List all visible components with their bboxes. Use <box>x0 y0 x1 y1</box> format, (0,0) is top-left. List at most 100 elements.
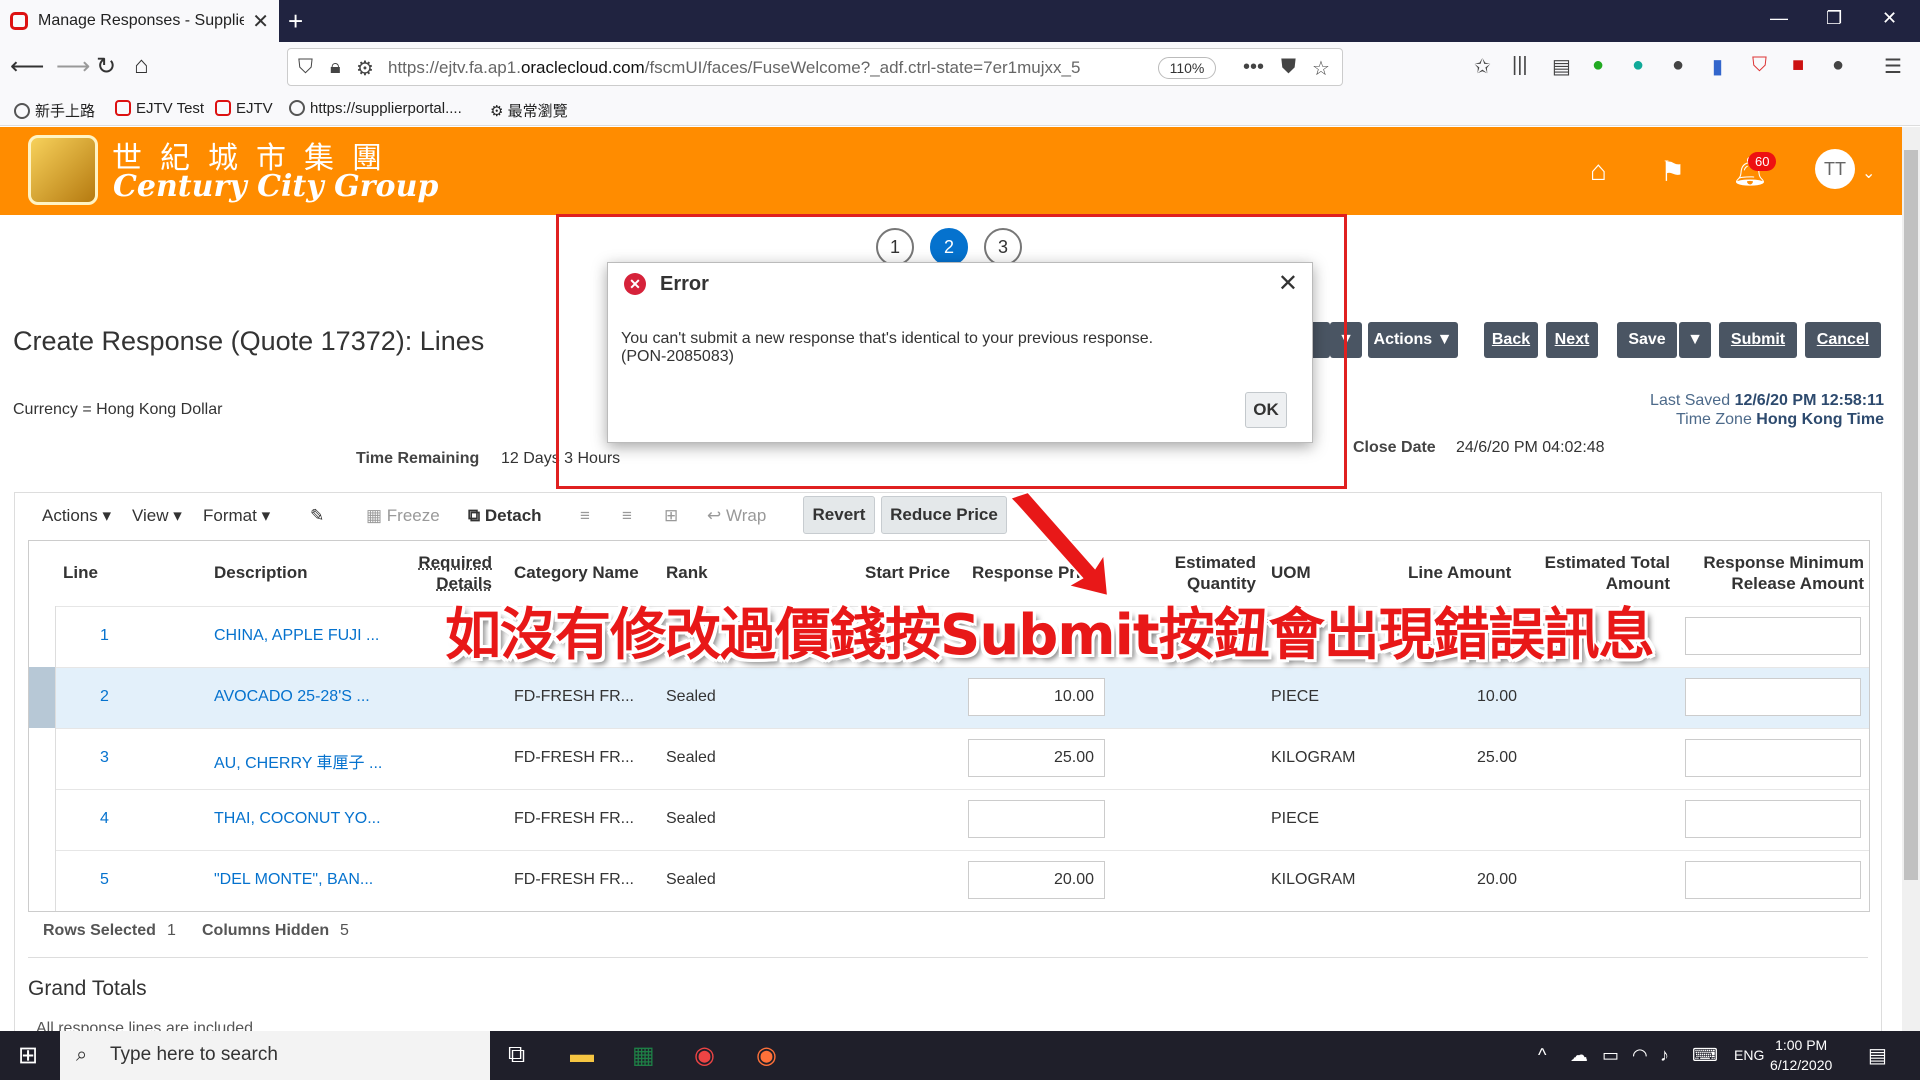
chevron-up-icon[interactable]: ^ <box>1538 1045 1546 1066</box>
next-button[interactable]: Next <box>1546 322 1598 358</box>
response-price-input[interactable]: 20.00 <box>968 861 1105 899</box>
col-description[interactable]: Description <box>214 562 308 583</box>
min-release-input[interactable] <box>1685 739 1861 777</box>
language-indicator[interactable]: ENG <box>1734 1047 1764 1063</box>
keyboard-icon[interactable]: ⌨ <box>1692 1045 1718 1066</box>
reduce-price-button[interactable]: Reduce Price <box>881 496 1007 534</box>
back-button[interactable]: Back <box>1484 322 1538 358</box>
extension-check-icon[interactable]: ● <box>1592 54 1604 77</box>
bookmark-item[interactable]: EJTV Test <box>115 100 204 117</box>
table-actions-menu[interactable]: Actions ▾ <box>42 506 111 526</box>
onedrive-icon[interactable]: ☁ <box>1570 1045 1588 1066</box>
ublock-icon[interactable]: ⛉ <box>1752 54 1767 77</box>
reload-icon[interactable]: ↻ <box>96 52 116 81</box>
row-description[interactable]: AU, CHERRY 車厘子 ... <box>214 749 382 773</box>
scrollbar-thumb[interactable] <box>1904 150 1918 880</box>
row-line[interactable]: 3 <box>100 749 109 767</box>
home-icon[interactable]: ⌂ <box>134 52 149 80</box>
watchlist-flag-icon[interactable]: ⚑ <box>1660 155 1685 188</box>
extension-bookmark-icon[interactable]: ▮ <box>1712 54 1723 79</box>
sidebar-icon[interactable]: ▤ <box>1552 54 1571 79</box>
forward-icon[interactable]: ⟶ <box>56 52 90 81</box>
min-release-input[interactable] <box>1685 617 1861 655</box>
pocket-icon[interactable]: ⛊ <box>1281 56 1296 79</box>
save-menu-chevron-icon[interactable]: ▼ <box>1679 322 1711 358</box>
company-logo-icon[interactable] <box>28 135 98 205</box>
avatar[interactable]: TT <box>1815 149 1855 189</box>
col-category[interactable]: Category Name <box>514 562 639 583</box>
url-bar[interactable]: ⛉ 🔒︎ ⚙ https://ejtv.fa.ap1.oraclecloud.c… <box>287 48 1343 86</box>
col-uom[interactable]: UOM <box>1271 562 1311 583</box>
save-button[interactable]: Save <box>1617 322 1677 358</box>
col-min-release-amount[interactable]: Response Minimum Release Amount <box>1680 552 1864 594</box>
close-icon[interactable]: ✕ <box>1278 269 1298 298</box>
move-up-icon[interactable]: ≡ <box>622 506 632 526</box>
minimize-icon[interactable]: — <box>1770 8 1788 29</box>
bookmark-item[interactable]: 新手上路 <box>14 100 95 121</box>
detach-button[interactable]: ⧉ Detach <box>468 506 542 526</box>
min-release-input[interactable] <box>1685 800 1861 838</box>
table-format-menu[interactable]: Format ▾ <box>203 506 270 526</box>
response-price-input[interactable] <box>968 800 1105 838</box>
bookmark-item[interactable]: EJTV <box>215 100 273 117</box>
row-selector[interactable] <box>29 667 56 728</box>
extension-multi-icon[interactable]: ● <box>1832 54 1844 77</box>
account-icon[interactable]: ● <box>1672 54 1684 77</box>
bookmark-item[interactable]: https://supplierportal.... <box>289 100 462 117</box>
windows-start-icon[interactable]: ⊞ <box>18 1041 38 1070</box>
row-description[interactable]: CHINA, APPLE FUJI ... <box>214 627 379 645</box>
min-release-input[interactable] <box>1685 861 1861 899</box>
firefox-icon[interactable]: ◉ <box>756 1041 777 1070</box>
action-center-icon[interactable]: ▤ <box>1868 1043 1887 1068</box>
permissions-icon[interactable]: ⚙ <box>356 56 374 81</box>
row-line[interactable]: 4 <box>100 810 109 828</box>
response-price-input[interactable]: 10.00 <box>968 678 1105 716</box>
chrome-icon[interactable]: ◉ <box>694 1041 715 1070</box>
lock-icon[interactable]: 🔒︎ <box>330 56 341 79</box>
volume-icon[interactable]: ♪ <box>1660 1045 1669 1066</box>
bookmark-star-icon[interactable]: ☆ <box>1312 56 1330 81</box>
new-tab-icon[interactable]: + <box>288 6 303 37</box>
response-price-input[interactable]: 25.00 <box>968 739 1105 777</box>
col-rank[interactable]: Rank <box>666 562 708 583</box>
row-line[interactable]: 5 <box>100 871 109 889</box>
col-line-amount[interactable]: Line Amount <box>1408 562 1511 583</box>
file-explorer-icon[interactable]: ▬ <box>570 1041 594 1069</box>
close-tab-icon[interactable]: ✕ <box>252 9 269 34</box>
submit-button[interactable]: Submit <box>1719 322 1797 358</box>
zoom-level[interactable]: 110% <box>1158 57 1216 79</box>
row-selector[interactable] <box>29 789 56 850</box>
reading-list-icon[interactable]: ✩ <box>1474 54 1491 79</box>
extension-red-icon[interactable]: ■ <box>1792 54 1804 77</box>
col-estimated-quantity[interactable]: Estimated Quantity <box>1162 552 1256 594</box>
wrap-button[interactable]: ↩ Wrap <box>707 506 766 526</box>
bookmark-item[interactable]: ⚙ 最常瀏覽 <box>490 100 568 121</box>
col-required-details[interactable]: Required Details <box>400 552 492 594</box>
row-line[interactable]: 1 <box>100 627 109 645</box>
clock[interactable]: 1:00 PM 6/12/2020 <box>1770 1035 1832 1075</box>
back-icon[interactable]: ⟵ <box>10 52 44 81</box>
wifi-icon[interactable]: ◠ <box>1632 1045 1648 1066</box>
chevron-down-icon[interactable]: ⌄ <box>1862 163 1875 183</box>
cancel-button[interactable]: Cancel <box>1805 322 1881 358</box>
col-start-price[interactable]: Start Price <box>865 562 950 583</box>
window-close-icon[interactable]: ✕ <box>1882 8 1897 29</box>
expand-icon[interactable]: ⊞ <box>664 506 678 526</box>
shield-icon[interactable]: ⛉ <box>298 56 313 79</box>
revert-button[interactable]: Revert <box>803 496 875 534</box>
url-text[interactable]: https://ejtv.fa.ap1.oraclecloud.com/fscm… <box>388 58 1080 78</box>
actions-menu-button[interactable]: Actions ▼ <box>1368 322 1458 358</box>
row-selector[interactable] <box>29 728 56 789</box>
move-down-icon[interactable]: ≡ <box>580 506 590 526</box>
more-icon[interactable]: ••• <box>1243 56 1264 79</box>
excel-icon[interactable]: ▦ <box>632 1041 655 1070</box>
row-description[interactable]: AVOCADO 25-28'S ... <box>214 688 370 706</box>
table-view-menu[interactable]: View ▾ <box>132 506 182 526</box>
col-line[interactable]: Line <box>63 562 98 583</box>
task-view-icon[interactable]: ⧉ <box>508 1041 525 1069</box>
browser-tab[interactable]: Manage Responses - Supplier P ✕ <box>0 0 279 42</box>
row-description[interactable]: THAI, COCONUT YO... <box>214 810 381 828</box>
row-selector[interactable] <box>29 606 56 667</box>
min-release-input[interactable] <box>1685 678 1861 716</box>
battery-icon[interactable]: ▭ <box>1602 1045 1619 1066</box>
